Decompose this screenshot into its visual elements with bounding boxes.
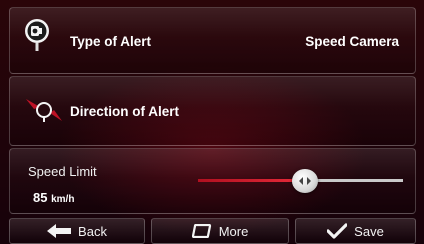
slider-track-fill — [198, 179, 305, 182]
back-button[interactable]: Back — [9, 218, 145, 244]
speed-camera-icon — [24, 18, 50, 56]
type-of-alert-value: Speed Camera — [305, 34, 399, 49]
screen: Type of Alert Speed Camera Direction of … — [0, 0, 424, 244]
save-button[interactable]: Save — [295, 218, 416, 244]
more-button[interactable]: More — [151, 218, 289, 244]
save-button-label: Save — [354, 223, 384, 239]
speed-limit-value: 85 — [33, 190, 48, 205]
type-of-alert-row[interactable]: Type of Alert Speed Camera — [9, 7, 416, 74]
more-icon — [191, 224, 211, 238]
slider-track — [304, 179, 403, 182]
direction-of-alert-label: Direction of Alert — [70, 104, 180, 119]
back-button-label: Back — [78, 223, 107, 239]
slider-thumb[interactable] — [291, 169, 318, 193]
speed-limit-value-text: 85 km/h — [33, 190, 74, 205]
checkmark-icon — [327, 223, 348, 239]
direction-icon — [24, 95, 64, 129]
speed-limit-row: Speed Limit 85 km/h — [9, 148, 416, 214]
direction-of-alert-row[interactable]: Direction of Alert — [9, 76, 416, 146]
speed-limit-label: Speed Limit — [28, 164, 97, 179]
type-of-alert-label: Type of Alert — [70, 34, 152, 49]
more-button-label: More — [218, 223, 249, 239]
back-arrow-icon — [47, 224, 72, 238]
left-right-arrows-icon — [298, 177, 311, 185]
bottom-toolbar: Back More Save — [0, 216, 424, 244]
speed-limit-slider[interactable] — [198, 169, 403, 193]
speed-limit-unit: km/h — [51, 194, 75, 205]
